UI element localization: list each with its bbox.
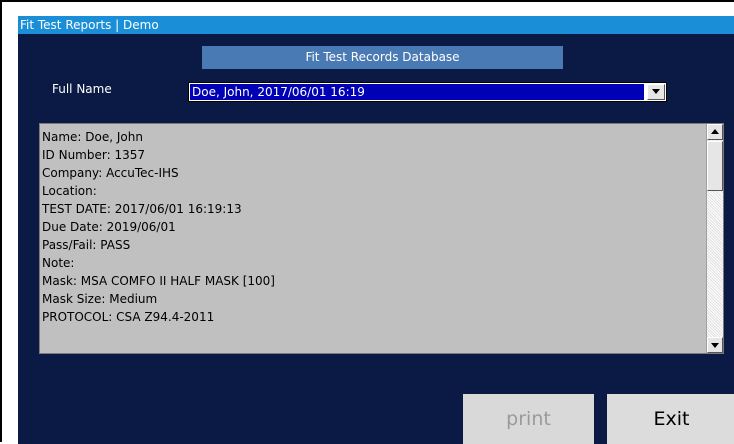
record-line-protocol: PROTOCOL: CSA Z94.4-2011 (42, 310, 215, 324)
outer-frame: Fit Test Reports | Demo Fit Test Records… (0, 0, 734, 444)
record-line-due-date: Due Date: 2019/06/01 (42, 220, 176, 234)
record-line-company: Company: AccuTec-IHS (42, 166, 179, 180)
record-line-test-date: TEST DATE: 2017/06/01 16:19:13 (42, 202, 242, 216)
record-details-content: Name: Doe, John ID Number: 1357 Company:… (42, 128, 707, 353)
scroll-down-arrow-icon[interactable] (707, 337, 723, 353)
full-name-label: Full Name (52, 82, 112, 96)
record-line-pass-fail: Pass/Fail: PASS (42, 238, 131, 252)
scrollbar-thumb[interactable] (707, 141, 723, 191)
record-line-id-number: ID Number: 1357 (42, 148, 145, 162)
exit-button[interactable]: Exit (607, 394, 734, 444)
scroll-up-arrow-icon[interactable] (707, 124, 723, 140)
full-name-dropdown[interactable]: Doe, John, 2017/06/01 16:19 (188, 82, 667, 102)
print-button[interactable]: print (463, 394, 594, 444)
full-name-selected-value[interactable]: Doe, John, 2017/06/01 16:19 (190, 84, 644, 100)
record-line-location: Location: (42, 184, 97, 198)
chevron-down-icon[interactable] (647, 84, 665, 100)
vertical-scrollbar[interactable] (706, 124, 723, 353)
app-window: Fit Test Reports | Demo Fit Test Records… (18, 16, 734, 444)
record-line-mask-size: Mask Size: Medium (42, 292, 158, 306)
record-line-mask: Mask: MSA COMFO II HALF MASK [100] (42, 274, 275, 288)
database-banner: Fit Test Records Database (202, 46, 563, 69)
window-title: Fit Test Reports | Demo (18, 16, 734, 34)
record-line-note: Note: (42, 256, 75, 270)
record-line-name: Name: Doe, John (42, 130, 143, 144)
record-details-textbox[interactable]: Name: Doe, John ID Number: 1357 Company:… (39, 123, 724, 354)
